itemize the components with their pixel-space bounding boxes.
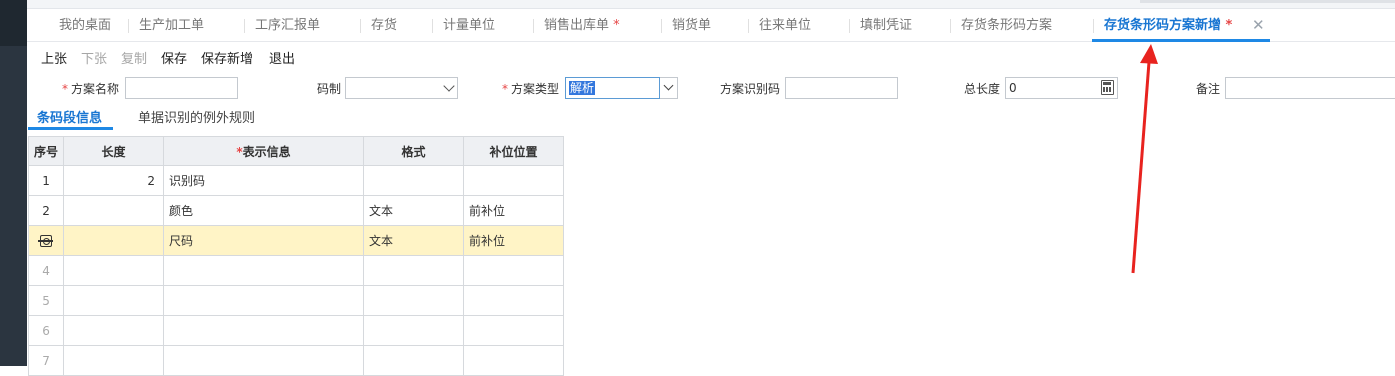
code-system-select[interactable] bbox=[345, 77, 458, 99]
table-row[interactable]: 2 颜色 文本 前补位 bbox=[27, 195, 565, 226]
tab-barcode-scheme[interactable]: 存货条形码方案 bbox=[950, 9, 1052, 42]
cell-format[interactable] bbox=[363, 255, 465, 286]
cell-length[interactable]: 2 bbox=[63, 165, 165, 196]
cell-format[interactable] bbox=[363, 285, 465, 316]
total-length-input[interactable]: 0 bbox=[1005, 77, 1118, 99]
tab-barcode-scheme-new[interactable]: 存货条形码方案新增 * ✕ bbox=[1092, 9, 1271, 42]
main-area: 我的桌面 生产加工单 工序汇报单 存货 计量单位 销售出库单 * 销货单 往来单… bbox=[27, 0, 1395, 376]
cell-info[interactable] bbox=[163, 285, 365, 316]
cell-info[interactable] bbox=[163, 345, 365, 376]
total-length-label: 总长度 bbox=[964, 82, 1001, 96]
save-new-button[interactable]: 保存新增 bbox=[201, 48, 253, 67]
cell-length[interactable] bbox=[63, 345, 165, 376]
tab-production-order[interactable]: 生产加工单 bbox=[128, 9, 204, 42]
cell-no[interactable] bbox=[27, 225, 65, 256]
tab-process-report[interactable]: 工序汇报单 bbox=[244, 9, 320, 42]
cell-format[interactable] bbox=[363, 315, 465, 346]
cell-info[interactable] bbox=[163, 315, 365, 346]
cell-pad[interactable]: 前补位 bbox=[463, 195, 565, 226]
close-icon[interactable]: ✕ bbox=[1252, 9, 1265, 42]
cell-no: 7 bbox=[27, 345, 65, 376]
cell-info[interactable]: 识别码 bbox=[163, 165, 365, 196]
cell-format[interactable] bbox=[363, 345, 465, 376]
cell-pad[interactable] bbox=[463, 285, 565, 316]
cell-length[interactable] bbox=[63, 195, 165, 226]
cell-format[interactable] bbox=[363, 165, 465, 196]
segment-grid: 序号 长度 *表示信息 格式 补位位置 1 2 识别码 2 颜色 文本 前补位 bbox=[27, 136, 565, 376]
sidebar-top-block bbox=[0, 0, 27, 46]
detail-tabs: 条码段信息 单据识别的例外规则 bbox=[27, 103, 1395, 130]
tab-contacts[interactable]: 往来单位 bbox=[748, 9, 811, 42]
cell-no: 6 bbox=[27, 315, 65, 346]
col-header-pad: 补位位置 bbox=[463, 136, 565, 166]
scheme-id-label: 方案识别码 bbox=[720, 82, 781, 96]
col-header-info: *表示信息 bbox=[163, 136, 365, 166]
cell-length[interactable] bbox=[63, 315, 165, 346]
top-strip bbox=[27, 0, 1395, 9]
scheme-type-select[interactable]: 解析 bbox=[565, 77, 660, 99]
calculator-icon[interactable] bbox=[1101, 80, 1114, 95]
cell-no: 5 bbox=[27, 285, 65, 316]
scheme-type-label: * 方案类型 bbox=[502, 82, 560, 96]
cell-info[interactable]: 尺码 bbox=[163, 225, 365, 256]
scheme-name-label: * 方案名称 bbox=[62, 82, 120, 96]
tab-voucher[interactable]: 填制凭证 bbox=[849, 9, 912, 42]
top-search-box[interactable] bbox=[1140, 0, 1395, 3]
exit-button[interactable]: 退出 bbox=[269, 48, 295, 67]
cell-length[interactable] bbox=[63, 255, 165, 286]
tab-sales-outbound[interactable]: 销售出库单 * bbox=[533, 9, 620, 42]
col-header-no: 序号 bbox=[27, 136, 65, 166]
scheme-name-input[interactable] bbox=[125, 77, 238, 99]
subtab-underline bbox=[28, 127, 114, 130]
toolbar: 上张 下张 复制 保存 保存新增 退出 bbox=[27, 42, 1395, 72]
tab-exception-rules[interactable]: 单据识别的例外规则 bbox=[138, 107, 255, 126]
table-row[interactable]: 4 bbox=[27, 255, 565, 286]
copy-button[interactable]: 复制 bbox=[121, 48, 147, 67]
cell-info[interactable] bbox=[163, 255, 365, 286]
left-sidebar bbox=[0, 0, 27, 366]
tab-unit[interactable]: 计量单位 bbox=[432, 9, 495, 42]
remark-label: 备注 bbox=[1196, 82, 1221, 96]
cell-pad[interactable] bbox=[463, 315, 565, 346]
cell-pad[interactable]: 前补位 bbox=[463, 225, 565, 256]
table-row[interactable]: 1 2 识别码 bbox=[27, 165, 565, 196]
table-row[interactable]: 7 bbox=[27, 345, 565, 376]
tab-my-desktop[interactable]: 我的桌面 bbox=[59, 9, 111, 42]
scheme-type-dropdown[interactable] bbox=[660, 77, 678, 99]
tab-sales-invoice[interactable]: 销货单 bbox=[661, 9, 711, 42]
cell-info[interactable]: 颜色 bbox=[163, 195, 365, 226]
save-button[interactable]: 保存 bbox=[161, 48, 187, 67]
table-row[interactable]: 6 bbox=[27, 315, 565, 346]
col-header-format: 格式 bbox=[363, 136, 465, 166]
cell-format[interactable]: 文本 bbox=[363, 195, 465, 226]
table-row[interactable]: 5 bbox=[27, 285, 565, 316]
scheme-id-input[interactable] bbox=[785, 77, 898, 99]
cell-pad[interactable] bbox=[463, 165, 565, 196]
tab-inventory[interactable]: 存货 bbox=[360, 9, 397, 42]
row-settings-icon[interactable] bbox=[38, 235, 53, 247]
cell-no: 1 bbox=[27, 165, 65, 196]
cell-length[interactable] bbox=[63, 225, 165, 256]
dropdown-arrow-icon bbox=[443, 80, 455, 92]
remark-input[interactable] bbox=[1225, 77, 1395, 99]
next-button[interactable]: 下张 bbox=[81, 48, 107, 67]
code-system-label: 码制 bbox=[317, 82, 342, 96]
cell-pad[interactable] bbox=[463, 345, 565, 376]
tab-bar: 我的桌面 生产加工单 工序汇报单 存货 计量单位 销售出库单 * 销货单 往来单… bbox=[27, 9, 1395, 42]
cell-length[interactable] bbox=[63, 285, 165, 316]
tab-segment-info[interactable]: 条码段信息 bbox=[28, 107, 114, 130]
col-header-length: 长度 bbox=[63, 136, 165, 166]
dropdown-arrow-icon bbox=[663, 80, 674, 91]
grid-header-row: 序号 长度 *表示信息 格式 补位位置 bbox=[27, 136, 565, 166]
cell-format[interactable]: 文本 bbox=[363, 225, 465, 256]
prev-button[interactable]: 上张 bbox=[41, 48, 67, 67]
header-form: * 方案名称 码制 * 方案类型 解析 方案识别码 总长度 0 备注 bbox=[27, 73, 1395, 103]
cell-pad[interactable] bbox=[463, 255, 565, 286]
cell-no: 2 bbox=[27, 195, 65, 226]
table-row-selected[interactable]: 尺码 文本 前补位 bbox=[27, 225, 565, 256]
cell-no: 4 bbox=[27, 255, 65, 286]
